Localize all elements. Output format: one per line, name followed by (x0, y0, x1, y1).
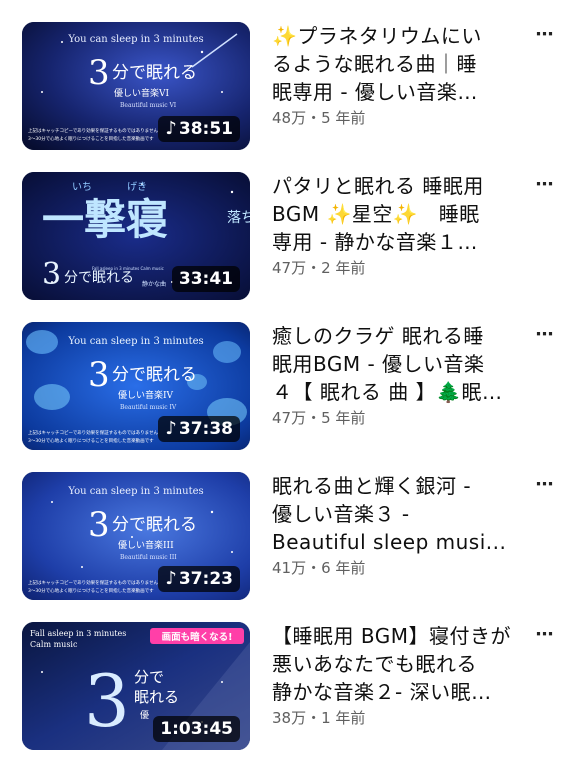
svg-text:上記はキャッチコピーであり効果を保証するものではありません: 上記はキャッチコピーであり効果を保証するものではありません (28, 579, 159, 586)
svg-text:落ち: 落ち (227, 210, 250, 226)
video-item[interactable]: Fall asleep in 3 minutes Calm music 画面も暗… (0, 622, 570, 762)
more-vert-icon[interactable]: ⋯ (534, 324, 554, 345)
svg-text:You can sleep in 3 minutes: You can sleep in 3 minutes (67, 34, 203, 45)
svg-text:画面も暗くなる!: 画面も暗くなる! (162, 631, 233, 643)
duration-badge: ♪ 37:38 (158, 416, 240, 442)
video-info[interactable]: 眠れる曲と輝く銀河 - 優しい音楽３ - Beautiful sleep mus… (272, 472, 532, 578)
video-info[interactable]: 【睡眠用 BGM】寝付きが 悪いあなたでも眠れる 静かな音楽２- 深い眠… 38… (272, 622, 532, 728)
duration-badge: 33:41 (171, 266, 240, 292)
duration-badge: ♪ 37:23 (158, 566, 240, 592)
svg-text:優しい音楽VI: 優しい音楽VI (114, 87, 169, 99)
video-thumbnail[interactable]: You can sleep in 3 minutes 3 分で眠れる 優しい音楽… (22, 22, 250, 150)
svg-text:静かな曲: 静かな曲 (142, 280, 166, 288)
svg-text:分で眠れる: 分で眠れる (64, 270, 134, 286)
svg-text:分で眠れる: 分で眠れる (112, 63, 197, 83)
more-vert-icon[interactable]: ⋯ (534, 174, 554, 195)
svg-text:3〜30分で心地よく眠りにつけることを目指した音楽動画です: 3〜30分で心地よく眠りにつけることを目指した音楽動画です (28, 135, 154, 142)
video-title[interactable]: 癒しのクラゲ 眠れる睡 眠用BGM - 優しい音楽 ４【 眠れる 曲 】🌲眠… (272, 322, 532, 406)
svg-text:優: 優 (140, 709, 149, 721)
svg-text:3: 3 (88, 355, 110, 395)
svg-text:いち: いち (72, 181, 92, 193)
svg-text:優しい音楽III: 優しい音楽III (118, 539, 174, 551)
svg-text:Beautiful music VI: Beautiful music VI (120, 102, 177, 109)
svg-text:3〜30分で心地よく眠りにつけることを目指した音楽動画です: 3〜30分で心地よく眠りにつけることを目指した音楽動画です (28, 587, 154, 594)
svg-text:分で眠れる: 分で眠れる (112, 365, 197, 385)
video-item[interactable]: You can sleep in 3 minutes 3 分で眠れる 優しい音楽… (0, 472, 570, 612)
svg-text:上記はキャッチコピーであり効果を保証するものではありません: 上記はキャッチコピーであり効果を保証するものではありません (28, 127, 159, 134)
video-title[interactable]: パタリと眠れる 睡眠用 BGM ✨星空✨ 睡眠 専用 - 静かな音楽１… (272, 172, 532, 256)
svg-text:3: 3 (42, 257, 61, 292)
svg-text:3: 3 (88, 53, 110, 93)
svg-text:Fall asleep in 3 minutes: Fall asleep in 3 minutes (30, 629, 126, 638)
video-list: You can sleep in 3 minutes 3 分で眠れる 優しい音楽… (0, 0, 570, 764)
duration-badge: 1:03:45 (153, 716, 240, 742)
video-meta: 41万・6 年前 (272, 559, 366, 577)
more-vert-icon[interactable]: ⋯ (534, 24, 554, 45)
video-title[interactable]: ✨プラネタリウムにい るような眠れる曲｜睡 眠専用 - 優しい音楽… (272, 22, 532, 106)
more-vert-icon[interactable]: ⋯ (534, 624, 554, 645)
svg-text:You can sleep in 3 minutes: You can sleep in 3 minutes (67, 486, 203, 497)
svg-text:You can sleep in 3 minutes: You can sleep in 3 minutes (67, 336, 203, 347)
video-thumbnail[interactable]: Fall asleep in 3 minutes Calm music 画面も暗… (22, 622, 250, 750)
svg-text:眠れる: 眠れる (134, 688, 179, 706)
video-meta: 38万・1 年前 (272, 709, 366, 727)
video-item[interactable]: You can sleep in 3 minutes 3 分で眠れる 優しい音楽… (0, 22, 570, 162)
svg-text:3: 3 (84, 659, 130, 743)
duration-badge: ♪ 38:51 (158, 116, 240, 142)
svg-text:3〜30分で心地よく眠りにつけることを目指した音楽動画です: 3〜30分で心地よく眠りにつけることを目指した音楽動画です (28, 437, 154, 444)
svg-text:Beautiful music III: Beautiful music III (120, 554, 177, 561)
svg-text:上記はキャッチコピーであり効果を保証するものではありません: 上記はキャッチコピーであり効果を保証するものではありません (28, 429, 159, 436)
svg-text:分で眠れる: 分で眠れる (112, 515, 197, 535)
svg-text:Beautiful music IV: Beautiful music IV (120, 404, 177, 411)
video-item[interactable]: You can sleep in 3 minutes 3 分で眠れる 優しい音楽… (0, 322, 570, 462)
music-note-icon: ♪ (165, 118, 177, 139)
music-note-icon: ♪ (165, 568, 177, 589)
svg-text:分で: 分で (134, 668, 164, 686)
video-thumbnail[interactable]: You can sleep in 3 minutes 3 分で眠れる 優しい音楽… (22, 322, 250, 450)
svg-text:一撃寝: 一撃寝 (42, 195, 168, 244)
video-info[interactable]: ✨プラネタリウムにい るような眠れる曲｜睡 眠専用 - 優しい音楽… 48万・5… (272, 22, 532, 128)
video-meta: 47万・5 年前 (272, 409, 366, 427)
video-thumbnail[interactable]: いち げき 一撃寝 落ち 3 分で眠れる Fall asleep in 3 mi… (22, 172, 250, 300)
video-info[interactable]: パタリと眠れる 睡眠用 BGM ✨星空✨ 睡眠 専用 - 静かな音楽１… 47万… (272, 172, 532, 278)
video-meta: 47万・2 年前 (272, 259, 366, 277)
video-meta: 48万・5 年前 (272, 109, 366, 127)
svg-text:Fall asleep in 3 minutes Calm: Fall asleep in 3 minutes Calm music (92, 266, 164, 271)
svg-text:優しい音楽IV: 優しい音楽IV (118, 389, 174, 401)
video-item[interactable]: いち げき 一撃寝 落ち 3 分で眠れる Fall asleep in 3 mi… (0, 172, 570, 312)
svg-text:げき: げき (127, 181, 147, 193)
svg-text:Calm music: Calm music (30, 640, 78, 649)
more-vert-icon[interactable]: ⋯ (534, 474, 554, 495)
video-info[interactable]: 癒しのクラゲ 眠れる睡 眠用BGM - 優しい音楽 ４【 眠れる 曲 】🌲眠… … (272, 322, 532, 428)
svg-text:3: 3 (88, 505, 110, 545)
video-thumbnail[interactable]: You can sleep in 3 minutes 3 分で眠れる 優しい音楽… (22, 472, 250, 600)
video-title[interactable]: 【睡眠用 BGM】寝付きが 悪いあなたでも眠れる 静かな音楽２- 深い眠… (272, 622, 532, 706)
music-note-icon: ♪ (165, 418, 177, 439)
video-title[interactable]: 眠れる曲と輝く銀河 - 優しい音楽３ - Beautiful sleep mus… (272, 472, 532, 556)
